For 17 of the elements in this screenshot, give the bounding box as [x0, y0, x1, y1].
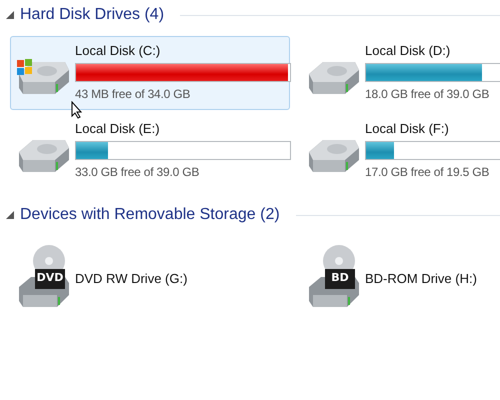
drive-name[interactable]: BD-ROM Drive (H:) — [365, 271, 500, 286]
free-space-text: 17.0 GB free of 19.5 GB — [365, 165, 490, 179]
group-heading[interactable]: Devices with Removable Storage (2) — [20, 206, 280, 224]
group-heading[interactable]: Hard Disk Drives (4) — [20, 6, 164, 24]
drive-label: BD — [330, 271, 350, 284]
drive-name[interactable]: DVD RW Drive (G:) — [75, 271, 283, 286]
mouse-pointer-icon — [71, 101, 83, 119]
drive-name[interactable]: Local Disk (D:) — [365, 43, 500, 58]
free-space-text: 33.0 GB free of 39.0 GB — [75, 165, 200, 179]
drive-name[interactable]: Local Disk (E:) — [75, 121, 291, 136]
drive-name[interactable]: Local Disk (C:) — [75, 43, 291, 58]
collapse-triangle-icon[interactable] — [6, 211, 14, 219]
free-space-text: 18.0 GB free of 39.0 GB — [365, 87, 490, 101]
drive-label: DVD — [36, 271, 64, 284]
drive-name[interactable]: Local Disk (F:) — [365, 121, 500, 136]
free-space-text: 43 MB free of 34.0 GB — [75, 87, 192, 101]
collapse-triangle-icon[interactable] — [6, 11, 14, 19]
